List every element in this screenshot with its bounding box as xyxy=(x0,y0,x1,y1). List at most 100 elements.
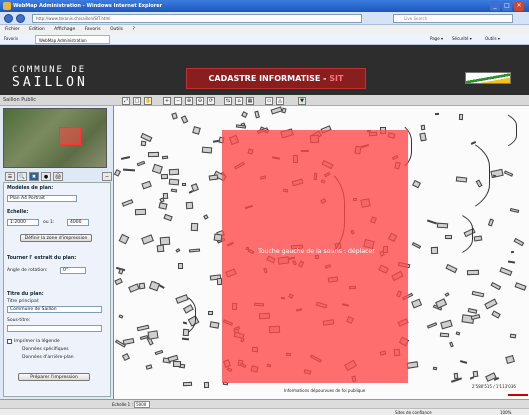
sidebar-title: Saillon Public xyxy=(3,97,37,103)
building-footprint xyxy=(121,199,133,207)
url-field[interactable]: http://www.teranis.ch/saillon/SIT.html xyxy=(32,14,362,23)
building-footprint xyxy=(427,321,437,328)
building-footprint xyxy=(177,262,184,269)
building-footprint xyxy=(445,264,458,274)
measure-icon[interactable]: ▭ xyxy=(265,97,273,105)
map-canvas[interactable]: Touche gauche de la souris : déplacer In… xyxy=(114,106,529,399)
maximize-button[interactable]: □ xyxy=(502,1,512,11)
menu-affichage[interactable]: Affichage xyxy=(54,27,75,32)
valais-logo xyxy=(465,72,511,84)
map-disclaimer: Informations dépourvues de foi publique xyxy=(284,388,366,393)
building-footprint xyxy=(118,268,124,275)
building-footprint xyxy=(173,360,181,367)
titre-label: Titre du plan: xyxy=(7,292,44,297)
building-footprint xyxy=(449,341,455,348)
building-footprint xyxy=(170,188,177,193)
collapse-button[interactable]: − xyxy=(102,172,112,181)
layers-icon[interactable]: ▦ xyxy=(246,97,254,105)
tab-info[interactable]: ● xyxy=(41,172,51,181)
building-footprint xyxy=(209,321,220,330)
brand-line1: COMMUNE DE xyxy=(12,65,87,75)
zoom-out-icon[interactable]: − xyxy=(174,97,182,105)
menu-edition[interactable]: Edition xyxy=(29,27,45,32)
menu-help[interactable]: ? xyxy=(132,27,134,32)
building-footprint xyxy=(473,235,483,243)
building-footprint xyxy=(185,202,194,210)
menu-outils[interactable]: Outils xyxy=(110,27,123,32)
menu-favoris[interactable]: Favoris xyxy=(85,27,101,32)
tab-print[interactable]: 🖨 xyxy=(53,172,63,181)
cadastre-banner: CADASTRE INFORMATISE - SIT xyxy=(186,68,366,89)
define-print-area-button[interactable]: Définir la zone d'impression xyxy=(20,234,92,242)
building-footprint xyxy=(203,214,210,221)
building-footprint xyxy=(499,266,512,276)
cmd-security[interactable]: Sécurité ▾ xyxy=(452,36,472,41)
building-footprint xyxy=(514,282,527,291)
building-footprint xyxy=(158,202,169,211)
titre-principal-input[interactable]: Commune de Saillon xyxy=(7,306,102,313)
minimize-button[interactable]: _ xyxy=(490,1,500,11)
legend-label: Imprimer la légende xyxy=(14,339,60,344)
overview-map[interactable] xyxy=(3,108,107,168)
angle-select[interactable]: 0° xyxy=(60,267,86,274)
echelle-custom-input[interactable]: 4000 xyxy=(67,219,89,226)
legend-opt2[interactable]: Données d'arrière-plan xyxy=(22,355,74,360)
building-footprint xyxy=(175,248,181,253)
building-footprint xyxy=(161,155,168,160)
building-footprint xyxy=(190,223,198,232)
browser-tab[interactable]: WebMap Administration xyxy=(35,35,110,44)
legend-checkbox[interactable] xyxy=(7,339,12,344)
building-footprint xyxy=(470,314,481,321)
refresh-icon[interactable]: ⟳ xyxy=(207,97,215,105)
building-footprint xyxy=(467,308,478,315)
area-icon[interactable]: ◬ xyxy=(276,97,284,105)
back-icon[interactable] xyxy=(4,14,13,23)
tab-tools[interactable]: ✖ xyxy=(29,172,39,181)
zoom-box-out-icon[interactable]: ⊖ xyxy=(196,97,204,105)
cmd-tools[interactable]: Outils ▾ xyxy=(485,36,500,41)
forward-icon[interactable] xyxy=(16,14,25,23)
bottom-echelle-input[interactable]: 5000 xyxy=(134,401,151,408)
full-extent-icon[interactable]: ⤢ xyxy=(122,97,130,105)
search-input[interactable]: Live Search xyxy=(393,14,513,23)
prepare-print-button[interactable]: Préparer l'impression xyxy=(18,373,90,381)
building-footprint xyxy=(152,164,164,175)
print-area-selection[interactable] xyxy=(222,130,408,383)
building-footprint xyxy=(121,156,131,161)
tab-search[interactable]: 🔍 xyxy=(17,172,27,181)
modeles-select[interactable]: Plan A4 Portrait xyxy=(7,195,77,202)
building-footprint xyxy=(444,292,450,298)
building-footprint xyxy=(154,349,164,356)
building-footprint xyxy=(140,234,154,245)
map-status-bar: Echelle 1 : 5000 xyxy=(0,399,529,408)
building-footprint xyxy=(123,337,135,345)
building-footprint xyxy=(140,140,147,147)
tab-layers[interactable]: ☰ xyxy=(5,172,15,181)
zoom-in-icon[interactable]: + xyxy=(163,97,171,105)
legend-opt1[interactable]: Données spécifiques xyxy=(22,347,69,352)
building-footprint xyxy=(208,174,219,181)
cmd-page[interactable]: Page ▾ xyxy=(430,36,443,41)
close-button[interactable]: ✕ xyxy=(514,1,524,11)
building-footprint xyxy=(411,298,423,308)
zoom-level[interactable]: 100% xyxy=(500,410,511,415)
filter-icon[interactable]: ▼ xyxy=(298,97,306,105)
building-footprint xyxy=(240,111,248,119)
history-icon[interactable]: ⇆ xyxy=(224,97,232,105)
menu-fichier[interactable]: Fichier xyxy=(5,27,20,32)
pan-icon[interactable]: ✋ xyxy=(144,97,152,105)
sous-titre-input[interactable] xyxy=(7,325,102,332)
address-bar: http://www.teranis.ch/saillon/SIT.html L… xyxy=(0,12,529,25)
echelle-select[interactable]: 1:2000 xyxy=(7,219,39,226)
zoom-box-icon[interactable]: ⊕ xyxy=(185,97,193,105)
building-footprint xyxy=(160,237,171,246)
security-zone: Sites de confiance xyxy=(395,410,432,415)
overview-extent[interactable] xyxy=(59,127,81,145)
building-footprint xyxy=(440,332,450,337)
building-footprint xyxy=(136,160,146,167)
select-icon[interactable]: □ xyxy=(133,97,141,105)
titre-principal-label: Titre principal: xyxy=(7,299,40,304)
home-icon[interactable]: ⌂ xyxy=(235,97,243,105)
favorites-button[interactable]: Favoris xyxy=(4,36,18,41)
building-footprint xyxy=(160,174,169,180)
